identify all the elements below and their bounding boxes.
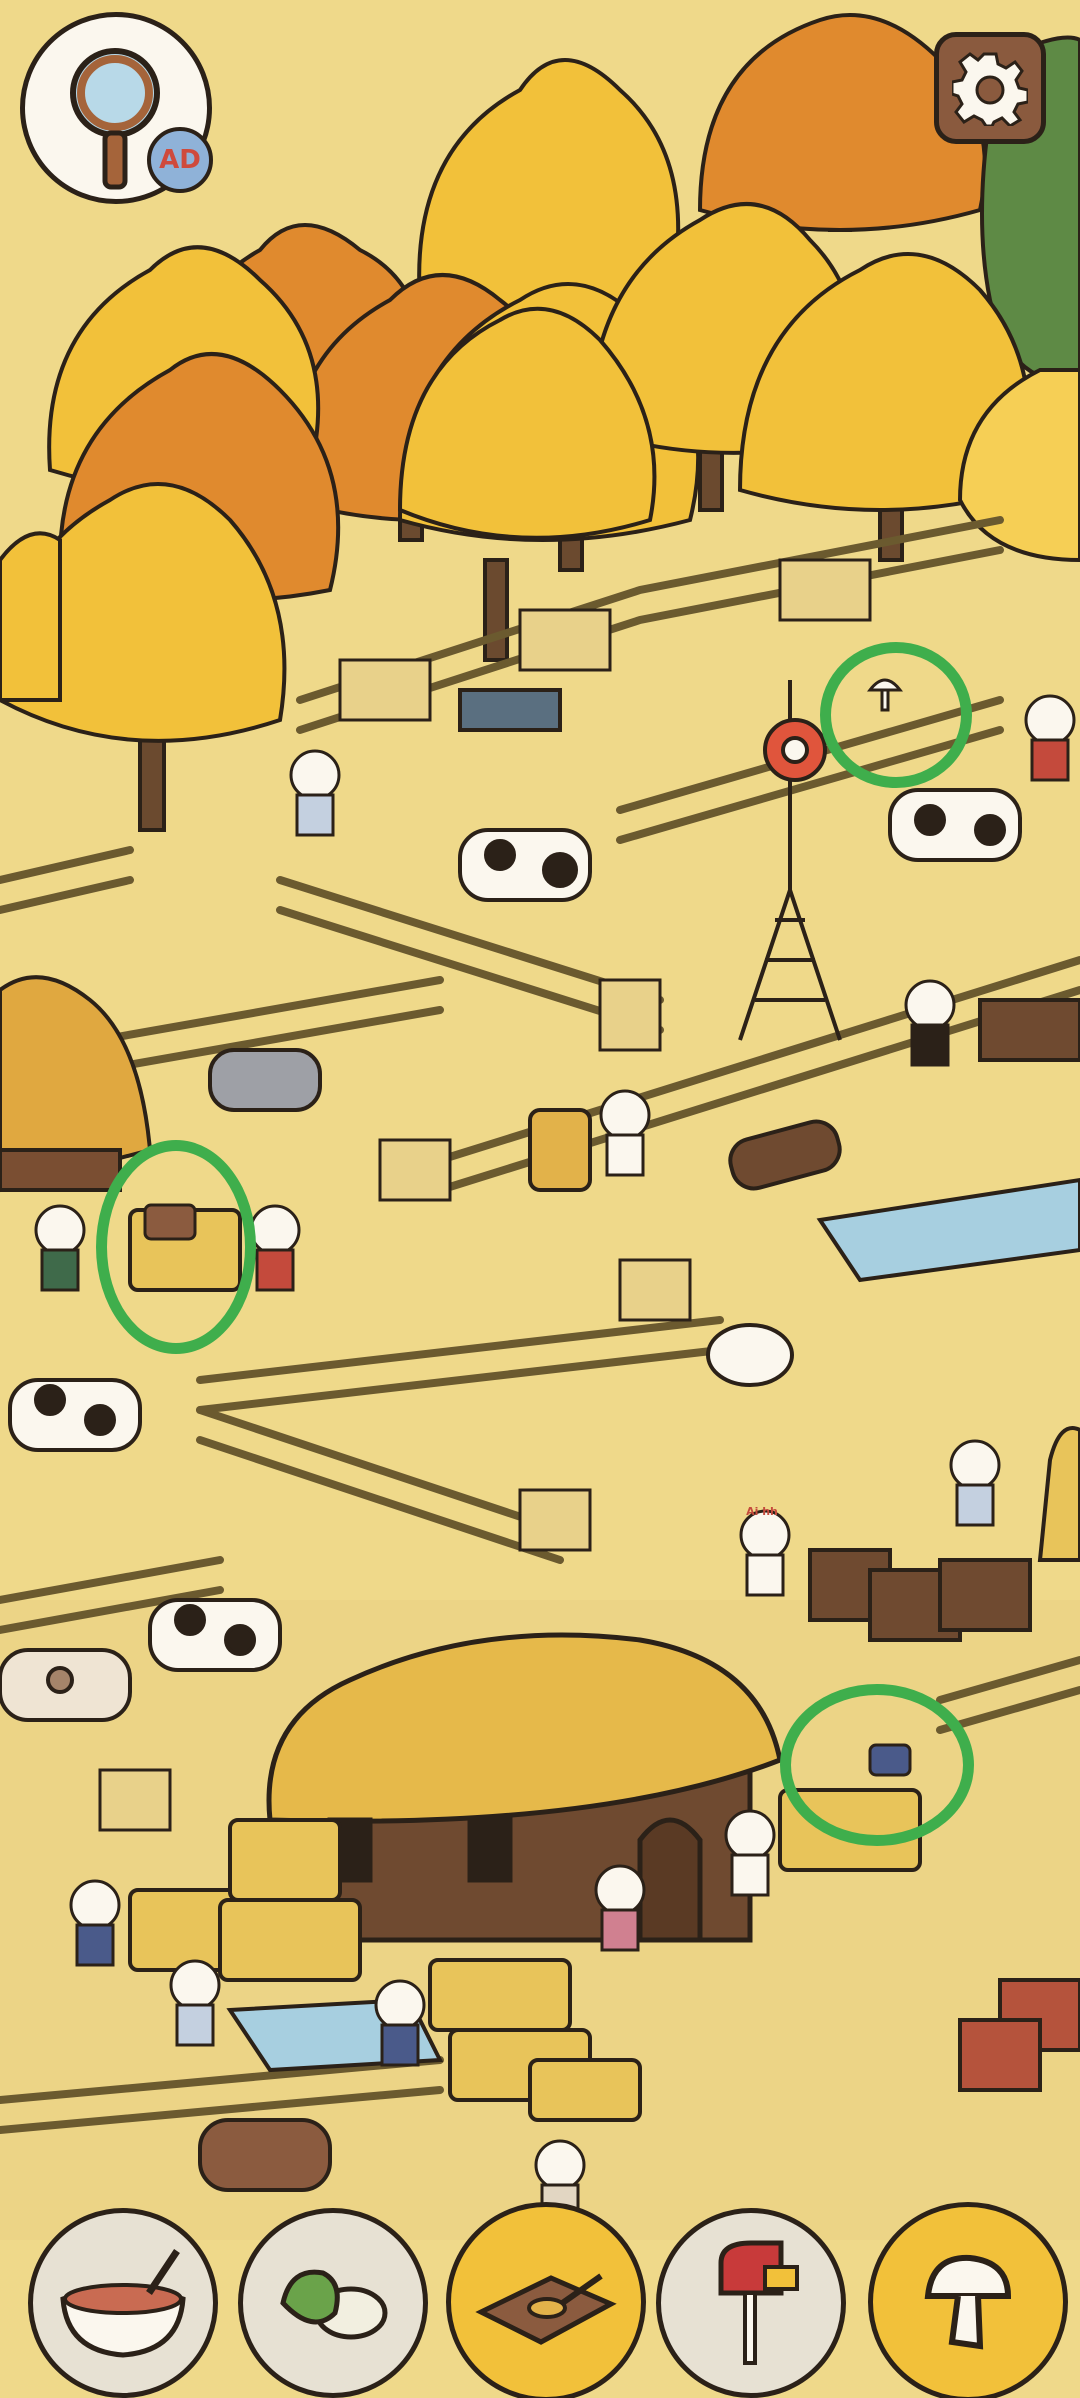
toy-car-found (868, 1743, 912, 1777)
cutting-board-icon (475, 2273, 617, 2345)
soup-bowl-icon (60, 2249, 186, 2358)
tray-item-mailbox[interactable] (656, 2208, 846, 2398)
settings-button[interactable] (934, 32, 1046, 144)
villager (599, 1089, 651, 1177)
gear-icon (952, 52, 1028, 126)
cow (8, 1378, 142, 1452)
tray-item-soup-bowl[interactable] (28, 2208, 218, 2398)
villager (249, 1204, 301, 1292)
tray-item-cutting-board[interactable] (446, 2202, 646, 2398)
ad-badge: AD (147, 127, 213, 193)
villager (34, 1204, 86, 1292)
tray-item-bok-choy[interactable] (238, 2208, 428, 2398)
cow (148, 1598, 282, 1672)
villager (289, 749, 341, 837)
bok-choy-icon (280, 2269, 388, 2340)
villager-cap-text: Ai hh (746, 1505, 778, 1518)
villager (169, 1959, 221, 2047)
barn (266, 1632, 783, 1943)
hint-button[interactable]: AD (20, 12, 213, 204)
donkey (208, 1048, 322, 1112)
villager (374, 1979, 426, 2067)
villager (739, 1509, 791, 1597)
villager (949, 1439, 1001, 1527)
mushroom-icon (924, 2254, 1012, 2350)
tree (0, 531, 62, 702)
mailbox-icon (718, 2240, 799, 2365)
villager (594, 1864, 646, 1952)
game-screen: Ai hh AD (0, 0, 1080, 2398)
cow (458, 828, 592, 902)
cow (888, 788, 1022, 862)
villager (1024, 694, 1076, 782)
farm-scene[interactable]: Ai hh (0, 0, 1080, 2398)
cutting-board-found (143, 1203, 197, 1241)
tray-item-mushroom[interactable] (868, 2202, 1068, 2398)
sheep (706, 1323, 794, 1387)
villager (904, 979, 956, 1067)
villager (69, 1879, 121, 1967)
cow (0, 1648, 132, 1722)
villager (724, 1809, 776, 1897)
item-tray (0, 2180, 1080, 2398)
